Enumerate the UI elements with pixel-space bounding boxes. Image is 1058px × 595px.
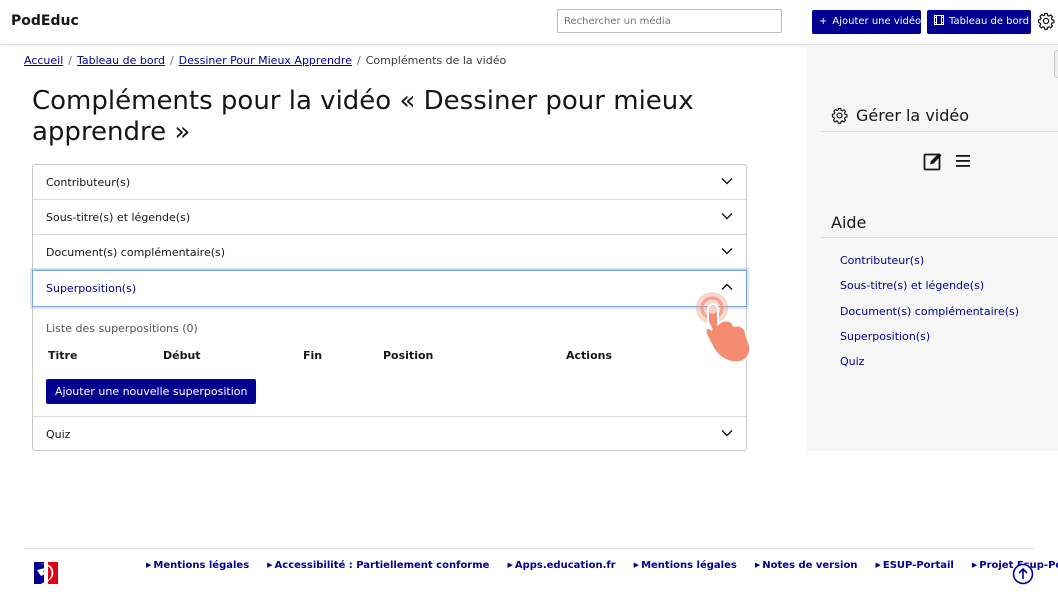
help-link-contributors[interactable]: Contributeur(s) [840,253,1019,278]
footer-link-legal-2[interactable]: ▶ Mentions légales [634,560,746,571]
help-links: Contributeur(s) Sous-titre(s) et légende… [840,253,1019,379]
help-link-documents[interactable]: Document(s) complémentaire(s) [840,304,1019,329]
sidebar-scrollbar[interactable] [1054,50,1058,78]
triangle-icon: ▶ [146,561,152,569]
chevron-down-icon [721,430,733,437]
add-video-button[interactable]: + Ajouter une vidéo [812,10,921,34]
chevron-down-icon [721,213,733,220]
dashboard-button[interactable]: Tableau de bord [927,10,1031,34]
sidebar-divider [821,131,1058,132]
accordion-subtitles[interactable]: Sous-titre(s) et légende(s) [33,200,746,235]
edit-icon[interactable] [923,151,943,171]
breadcrumb: Accueil / Tableau de bord / Dessiner Pour Mi… [24,54,507,67]
breadcrumb-dashboard[interactable]: Tableau de bord [77,54,165,67]
breadcrumb-current: Compléments de la vidéo [365,54,507,67]
accordion-overlays[interactable]: Superposition(s) [32,270,747,307]
plus-icon: + [819,16,828,27]
chevron-down-icon [721,248,733,255]
footer-link-legal[interactable]: ▶ Mentions légales [146,560,258,571]
footer-link-esup-portail[interactable]: ▶ ESUP-Portail [875,560,962,571]
footer-divider [24,548,1034,549]
arrow-up-circle-icon[interactable] [1012,563,1034,585]
column-header-title: Titre [48,349,78,362]
site-brand[interactable]: PodEduc [11,13,79,29]
republique-francaise-logo [31,558,61,588]
breadcrumb-home[interactable]: Accueil [24,54,63,67]
tap-hand-cursor [696,292,752,364]
column-header-start: Début [163,349,201,362]
page-title: Compléments pour la vidéo « Dessiner pou… [32,86,694,147]
column-header-end: Fin [303,349,323,362]
accordion-contributors[interactable]: Contributeur(s) [33,165,746,200]
help-link-overlays[interactable]: Superposition(s) [840,329,1019,354]
triangle-icon: ▶ [971,561,978,569]
footer-links: ▶ Mentions légales ▶ Accessibilité : Partie… [146,560,1058,571]
sidebar-divider [821,237,1058,238]
help-link-quiz[interactable]: Quiz [840,354,1019,379]
video-complements-accordion: Contributeur(s) Sous-titre(s) et légende… [32,164,747,451]
triangle-icon: ▶ [754,561,761,569]
overlays-list-caption: Liste des superpositions (0) [46,322,198,335]
top-navbar: PodEduc +Ajouter une vidéo Tableau de bo… [0,0,1058,45]
footer-link-release-notes[interactable]: ▶ Notes de version [755,560,867,571]
triangle-icon: ▶ [875,561,881,569]
footer-link-accessibility[interactable]: ▶ Accessibilité : Partiellement conforme [267,560,498,571]
help-link-subtitles[interactable]: Sous-titre(s) et légende(s) [840,278,1019,303]
chevron-down-icon [721,178,733,185]
gear-icon [831,107,848,124]
manage-video-title: Gérer la vidéo [831,106,969,125]
column-header-position: Position [383,349,434,362]
list-icon[interactable] [955,153,971,169]
triangle-icon: ▶ [633,561,640,569]
gear-icon[interactable] [1037,12,1055,30]
triangle-icon: ▶ [507,561,513,569]
add-overlay-button[interactable]: Ajouter une nouvelle superposition [46,379,257,404]
column-header-actions: Actions [566,349,612,362]
film-icon [934,10,944,34]
breadcrumb-video[interactable]: Dessiner Pour Mieux Apprendre [179,54,352,67]
triangle-icon: ▶ [267,561,273,569]
footer-link-apps[interactable]: ▶ Apps.education.fr [507,560,624,571]
search-input[interactable] [557,9,782,33]
accordion-quiz[interactable]: Quiz [33,416,746,451]
accordion-documents[interactable]: Document(s) complémentaire(s) [33,235,746,270]
help-title: Aide [831,213,867,232]
